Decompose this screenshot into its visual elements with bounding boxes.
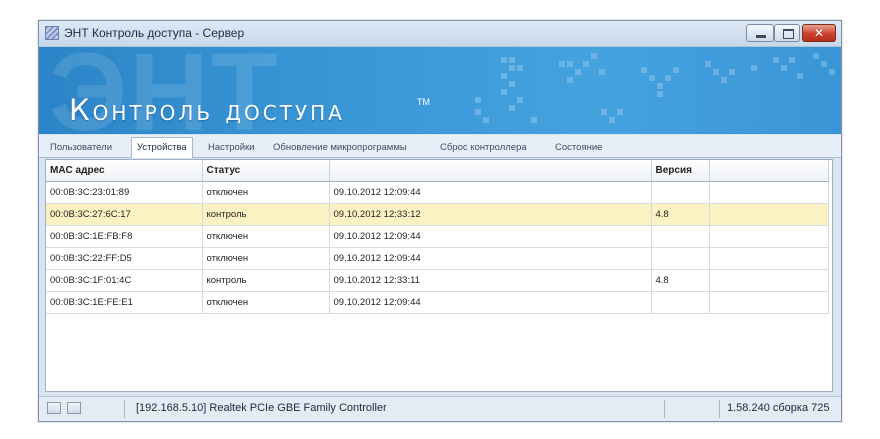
devices-table-container[interactable]: MAC адрес Статус Версия 00:0B:3C:23:01:8… [45,159,833,392]
table-row[interactable]: 00:0B:3C:23:01:89 отключен 09.10.2012 12… [46,181,829,204]
table-row[interactable]: 00:0B:3C:1E:FE:E1 отключен 09.10.2012 12… [46,291,829,314]
cell-time: 09.10.2012 12:09:44 [329,225,652,248]
status-divider [719,400,720,418]
minimize-icon [756,35,766,38]
cell-status: отключен [202,225,330,248]
cell-extra [709,203,829,226]
cell-extra [709,291,829,314]
cell-version: 4.8 [651,203,710,226]
cell-status: контроль [202,203,330,226]
network-adapter-info: [192.168.5.10] Realtek PCIe GBE Family C… [136,402,387,414]
app-window: ЭНТ Контроль доступа - Сервер ✕ ЭНТ Конт… [38,20,842,422]
cell-time: 09.10.2012 12:09:44 [329,291,652,314]
cell-extra [709,247,829,270]
column-header-status[interactable]: Статус [202,160,330,182]
pixel-pattern-decoration [475,53,835,123]
column-header-version[interactable]: Версия [651,160,710,182]
tab-status[interactable]: Состояние [550,139,607,156]
window-title: ЭНТ Контроль доступа - Сервер [64,26,245,40]
status-indicator-2[interactable] [67,402,81,414]
status-bar: [192.168.5.10] Realtek PCIe GBE Family C… [39,396,841,421]
tab-firmware-update[interactable]: Обновление микропрограммы [268,139,412,156]
cell-time: 09.10.2012 12:33:12 [329,203,652,226]
column-header-extra[interactable] [709,160,829,182]
cell-mac: 00:0B:3C:27:6C:17 [46,203,203,226]
cell-version [651,225,710,248]
cell-mac: 00:0B:3C:23:01:89 [46,181,203,204]
table-row[interactable]: 00:0B:3C:1E:FB:F8 отключен 09.10.2012 12… [46,225,829,248]
minimize-button[interactable] [746,24,774,42]
cell-mac: 00:0B:3C:1F:01:4C [46,269,203,292]
cell-status: отключен [202,181,330,204]
table-row[interactable]: 00:0B:3C:22:FF:D5 отключен 09.10.2012 12… [46,247,829,270]
close-button[interactable]: ✕ [802,24,836,42]
status-divider [664,400,665,418]
cell-version [651,247,710,270]
cell-extra [709,269,829,292]
build-version: 1.58.240 сборка 725 [727,402,830,414]
close-icon: ✕ [813,26,825,40]
tab-devices[interactable]: Устройства [131,137,193,158]
tab-settings[interactable]: Настройки [203,139,260,156]
maximize-button[interactable] [774,24,800,42]
cell-time: 09.10.2012 12:09:44 [329,181,652,204]
title-bar[interactable]: ЭНТ Контроль доступа - Сервер ✕ [39,21,841,47]
cell-mac: 00:0B:3C:1E:FB:F8 [46,225,203,248]
tab-users[interactable]: Пользователи [45,139,117,156]
cell-version [651,181,710,204]
column-header-time[interactable] [329,160,652,182]
trademark-mark: TM [417,97,430,107]
column-header-mac[interactable]: MAC адрес [46,160,203,182]
status-indicator-1[interactable] [47,402,61,414]
status-divider [124,400,125,418]
cell-time: 09.10.2012 12:33:11 [329,269,652,292]
table-row-selected[interactable]: 00:0B:3C:27:6C:17 контроль 09.10.2012 12… [46,203,829,226]
cell-version: 4.8 [651,269,710,292]
app-icon [45,26,59,40]
devices-table: MAC адрес Статус Версия 00:0B:3C:23:01:8… [46,160,829,314]
table-row[interactable]: 00:0B:3C:1F:01:4C контроль 09.10.2012 12… [46,269,829,292]
cell-extra [709,181,829,204]
tab-strip: Пользователи Устройства Настройки Обновл… [39,135,841,158]
cell-status: отключен [202,291,330,314]
tab-controller-reset[interactable]: Сброс контроллера [435,139,532,156]
cell-time: 09.10.2012 12:09:44 [329,247,652,270]
cell-extra [709,225,829,248]
cell-version [651,291,710,314]
table-header-row: MAC адрес Статус Версия [46,160,829,182]
cell-mac: 00:0B:3C:1E:FE:E1 [46,291,203,314]
banner-title: Контроль доступа [69,93,345,127]
cell-mac: 00:0B:3C:22:FF:D5 [46,247,203,270]
cell-status: отключен [202,247,330,270]
maximize-icon [783,29,794,39]
cell-status: контроль [202,269,330,292]
header-banner: ЭНТ Контроль доступа TM [39,47,841,134]
